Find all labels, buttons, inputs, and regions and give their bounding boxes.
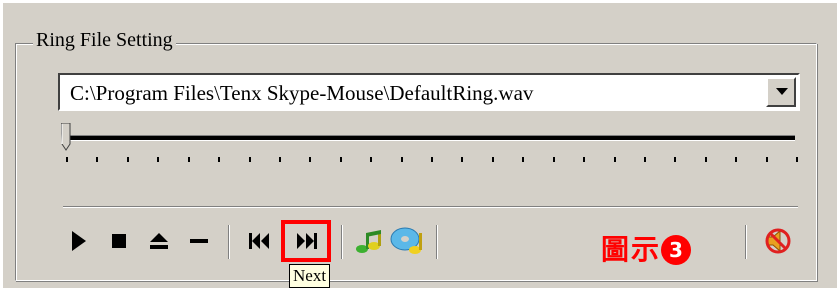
dropdown-button[interactable] — [766, 77, 796, 107]
slider-tick — [339, 157, 342, 162]
slider-tick — [461, 157, 464, 162]
slider-tick — [400, 157, 403, 162]
slider-tick — [126, 157, 129, 162]
music-cd-icon[interactable] — [389, 225, 429, 257]
next-tooltip: Next — [289, 264, 331, 288]
slider-tick — [278, 157, 281, 162]
caption-number: 3 — [661, 235, 692, 265]
eject-icon[interactable] — [143, 225, 175, 257]
slider-tick — [187, 157, 190, 162]
ring-file-path: C:\Program Files\Tenx Skype-Mouse\Defaul… — [70, 81, 534, 105]
slider-tick — [96, 157, 99, 162]
slider-tick — [765, 157, 768, 162]
slider-thumb[interactable] — [61, 123, 71, 151]
slider-tick — [218, 157, 221, 162]
slider-tick — [522, 157, 525, 162]
slider-tick — [552, 157, 555, 162]
toolbar-separator-line — [63, 206, 798, 208]
next-highlight-box — [281, 220, 331, 262]
slider-tick — [431, 157, 433, 162]
slider-track[interactable] — [67, 135, 795, 141]
slider-tick — [643, 157, 646, 162]
mute-speaker-icon[interactable] — [761, 225, 793, 257]
ring-file-combobox[interactable]: C:\Program Files\Tenx Skype-Mouse\Defaul… — [58, 73, 800, 111]
slider-tick — [613, 157, 616, 162]
toolbar-divider — [341, 225, 343, 259]
stop-icon[interactable] — [103, 225, 135, 257]
group-title: Ring File Setting — [33, 29, 176, 51]
toolbar-divider — [436, 225, 438, 259]
toolbar-divider — [745, 225, 747, 259]
slider-tick — [583, 157, 586, 162]
previous-icon[interactable] — [243, 225, 275, 257]
slider-ticks — [66, 157, 798, 165]
chevron-down-icon — [776, 88, 788, 95]
ring-file-panel: Ring File Setting C:\Program Files\Tenx … — [3, 3, 837, 288]
slider-tick — [796, 157, 798, 162]
slider-tick — [157, 157, 160, 162]
caption-text: 圖示 — [601, 233, 662, 266]
slider-tick — [309, 157, 312, 162]
slider-tick — [674, 157, 677, 162]
music-notes-icon[interactable] — [353, 225, 385, 257]
slider-tick — [491, 157, 494, 162]
figure-caption: 圖示 3 — [601, 228, 692, 268]
play-icon[interactable] — [63, 225, 95, 257]
slider-tick — [704, 157, 707, 162]
slider-tick — [735, 157, 738, 162]
slider-tick — [248, 157, 251, 162]
toolbar-divider — [228, 225, 230, 259]
slider-tick — [370, 157, 373, 162]
minus-icon[interactable] — [183, 225, 215, 257]
slider-tick — [66, 157, 68, 162]
